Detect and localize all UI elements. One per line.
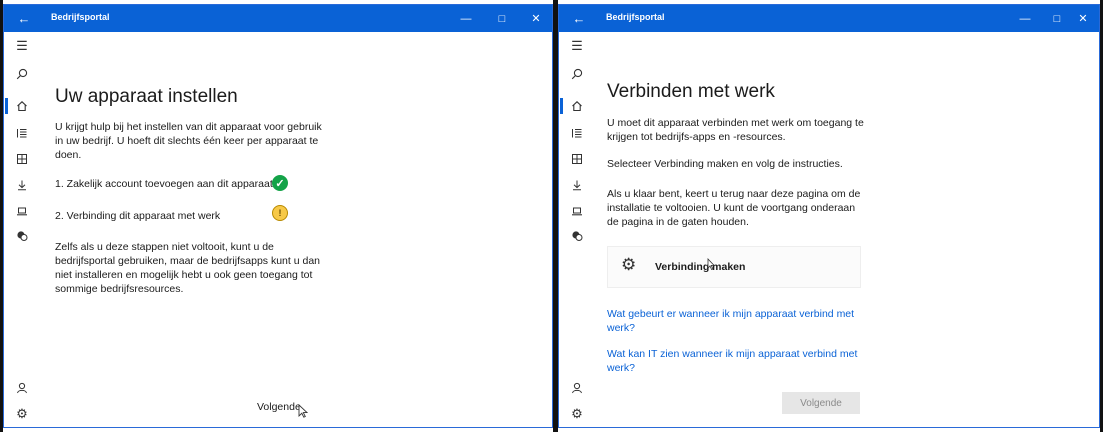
help-link-it-visibility[interactable]: Wat kan IT zien wanneer ik mijn apparaat… [607, 347, 869, 375]
connect-instruction-text: Selecteer Verbinding maken en volg de in… [607, 158, 843, 170]
person-icon[interactable] [559, 378, 595, 398]
intro-text: U krijgt hulp bij het instellen van dit … [55, 121, 322, 161]
gear-icon: ⚙ [621, 255, 637, 274]
next-button[interactable]: Volgende [782, 392, 860, 414]
home-icon[interactable] [559, 96, 595, 116]
company-portal-window-right: ← Bedrijfsportal — □ ✕ ☰ ⚙ Verbinden met… [558, 4, 1100, 428]
home-icon[interactable] [4, 96, 40, 116]
person-icon[interactable] [4, 378, 40, 398]
window-title: Bedrijfsportal [51, 12, 110, 22]
return-instruction-text: Als u klaar bent, keert u terug naar dez… [607, 188, 861, 228]
connect-button-label: Verbinding maken [655, 261, 746, 273]
laptop-icon[interactable] [4, 201, 40, 221]
minimize-icon[interactable]: — [448, 5, 484, 32]
company-portal-window-left: ← Bedrijfsportal — □ ✕ ☰ ⚙ Uw apparaat i… [3, 4, 553, 428]
maximize-icon[interactable]: □ [484, 5, 520, 32]
search-icon[interactable] [559, 64, 595, 84]
search-icon[interactable] [4, 64, 40, 84]
warning-icon: ! [272, 205, 288, 221]
text-cursor-icon [707, 258, 715, 271]
checkmark-icon: ✓ [272, 175, 288, 191]
gear-icon[interactable]: ⚙ [4, 404, 40, 424]
nav-rail: ☰ ⚙ [559, 32, 595, 427]
hamburger-icon[interactable]: ☰ [4, 36, 40, 56]
gear-icon[interactable]: ⚙ [559, 404, 595, 424]
back-arrow-icon[interactable]: ← [563, 5, 595, 32]
title-bar: ← Bedrijfsportal — □ ✕ [559, 5, 1099, 32]
help-link-connect[interactable]: Wat gebeurt er wanneer ik mijn apparaat … [607, 307, 869, 335]
grid-icon[interactable] [559, 149, 595, 169]
grid-icon[interactable] [4, 149, 40, 169]
minimize-icon[interactable]: — [1007, 5, 1043, 32]
note-text: Zelfs als u deze stappen niet voltooit, … [55, 241, 320, 295]
page-title: Verbinden met werk [607, 81, 775, 102]
step-1-label[interactable]: 1. Zakelijk account toevoegen aan dit ap… [55, 177, 273, 191]
list-icon[interactable] [4, 123, 40, 143]
hamburger-icon[interactable]: ☰ [559, 36, 595, 56]
download-icon[interactable] [559, 175, 595, 195]
next-button[interactable]: Volgende [257, 401, 301, 413]
close-icon[interactable]: ✕ [1065, 5, 1099, 32]
step-2-label[interactable]: 2. Verbinding dit apparaat met werk [55, 209, 220, 223]
laptop-icon[interactable] [559, 201, 595, 221]
title-bar: ← Bedrijfsportal — □ ✕ [4, 5, 552, 32]
close-icon[interactable]: ✕ [518, 5, 552, 32]
nav-rail: ☰ ⚙ [4, 32, 40, 427]
page-title: Uw apparaat instellen [55, 86, 238, 107]
window-title: Bedrijfsportal [606, 12, 665, 22]
connect-intro-text: U moet dit apparaat verbinden met werk o… [607, 117, 864, 143]
back-arrow-icon[interactable]: ← [8, 5, 40, 32]
mouse-cursor-icon [298, 404, 308, 418]
list-icon[interactable] [559, 123, 595, 143]
chat-icon[interactable] [559, 226, 595, 246]
chat-icon[interactable] [4, 226, 40, 246]
download-icon[interactable] [4, 175, 40, 195]
